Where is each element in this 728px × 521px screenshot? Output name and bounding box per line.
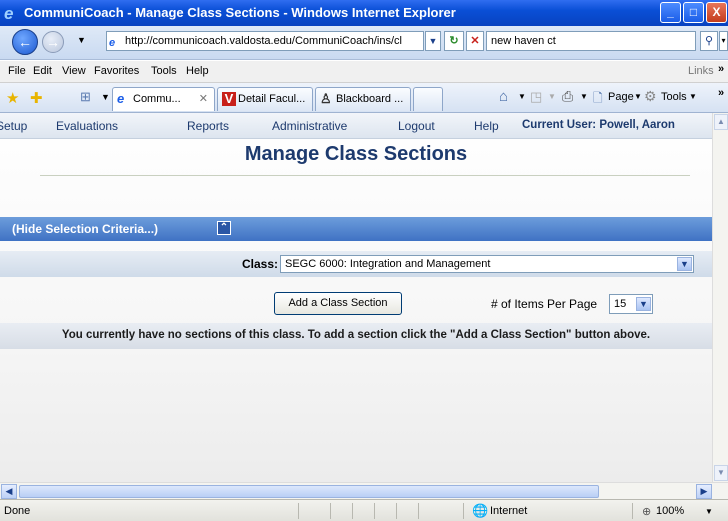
add-class-section-button[interactable]: Add a Class Section xyxy=(274,292,402,315)
zoom-dropdown-icon[interactable]: ▼ xyxy=(705,507,713,516)
chevron-down-icon: ▼ xyxy=(677,257,692,271)
scroll-down-icon[interactable]: ▼ xyxy=(714,465,728,481)
page-content: Setup Evaluations Reports Administrative… xyxy=(0,113,712,482)
menu-tools[interactable]: Tools xyxy=(151,65,177,77)
nav-setup[interactable]: Setup xyxy=(0,119,27,133)
tab-label: Commu... xyxy=(133,93,181,105)
search-input[interactable]: new haven ct xyxy=(486,31,696,51)
globe-icon: 🌐 xyxy=(472,503,489,518)
status-text: Done xyxy=(4,505,31,517)
url-text: http://communicoach.valdosta.edu/Communi… xyxy=(125,35,402,47)
vertical-scrollbar[interactable]: ▲ ▼ xyxy=(712,113,728,482)
address-dropdown-button[interactable]: ▼ xyxy=(425,31,441,51)
home-dropdown-icon[interactable]: ▼ xyxy=(518,92,526,101)
security-zone: Internet xyxy=(490,505,528,517)
nav-evaluations[interactable]: Evaluations xyxy=(56,119,118,133)
title-bar: e CommuniCoach - Manage Class Sections -… xyxy=(0,0,728,26)
tab-bar: ★ ✚ ⊞ ▼ e Commu... ✕ V Detail Facul... ♙… xyxy=(0,83,728,113)
menu-file[interactable]: File xyxy=(8,65,26,77)
stop-button[interactable]: ✕ xyxy=(466,31,484,51)
print-icon[interactable]: ⎙ xyxy=(562,88,573,105)
refresh-button[interactable]: ↻ xyxy=(444,31,464,51)
scroll-up-icon[interactable]: ▲ xyxy=(714,114,728,130)
ie-logo-icon: e xyxy=(4,4,14,23)
maximize-button[interactable]: □ xyxy=(683,2,704,23)
page-title: Manage Class Sections xyxy=(244,143,468,165)
history-dropdown-icon[interactable]: ▼ xyxy=(77,35,86,45)
v-logo-icon: V xyxy=(222,92,236,106)
divider xyxy=(40,175,690,176)
nav-logout[interactable]: Logout xyxy=(398,119,435,133)
empty-message: You currently have no sections of this c… xyxy=(61,329,651,341)
tab-label: Detail Facul... xyxy=(238,93,306,105)
class-select[interactable]: SEGC 6000: Integration and Management ▼ xyxy=(280,255,694,273)
favorites-star-icon[interactable]: ★ xyxy=(6,89,19,107)
search-options-icon[interactable]: ▾ xyxy=(719,31,728,51)
selection-criteria-bar: (Hide Selection Criteria...) ⌃ xyxy=(0,217,712,241)
feeds-dropdown-icon[interactable]: ▼ xyxy=(548,92,556,101)
tools-dropdown-icon[interactable]: ▼ xyxy=(689,92,697,101)
ie-icon: e xyxy=(117,91,125,106)
toolbar-overflow-icon[interactable]: » xyxy=(718,87,724,99)
items-per-page-label: # of Items Per Page xyxy=(491,297,598,311)
scroll-right-icon[interactable]: ▶ xyxy=(696,484,712,499)
class-label: Class: xyxy=(242,257,279,271)
nav-reports[interactable]: Reports xyxy=(187,119,229,133)
menu-favorites[interactable]: Favorites xyxy=(94,65,139,77)
menu-help[interactable]: Help xyxy=(186,65,209,77)
nav-help[interactable]: Help xyxy=(474,119,499,133)
menu-bar: File Edit View Favorites Tools Help Link… xyxy=(0,61,728,83)
forward-button[interactable]: → xyxy=(42,31,64,53)
tab-blackboard[interactable]: ♙ Blackboard ... xyxy=(315,87,411,111)
page-icon: 🗋 xyxy=(593,91,603,105)
tab-detail-faculty[interactable]: V Detail Facul... xyxy=(217,87,313,111)
collapse-icon[interactable]: ⌃ xyxy=(217,221,231,235)
tab-list-dropdown-icon[interactable]: ▼ xyxy=(101,92,110,102)
tools-menu[interactable]: Tools xyxy=(661,91,687,103)
close-tab-icon[interactable]: ✕ xyxy=(199,88,208,110)
gear-icon: ⚙ xyxy=(644,88,657,104)
app-nav: Setup Evaluations Reports Administrative… xyxy=(0,113,712,139)
items-per-page-select[interactable]: 15 ▼ xyxy=(609,294,653,314)
window-title: CommuniCoach - Manage Class Sections - W… xyxy=(24,5,456,20)
search-icon[interactable]: ⚲ xyxy=(700,31,718,51)
menu-edit[interactable]: Edit xyxy=(33,65,52,77)
chevron-down-icon: ▼ xyxy=(636,297,651,311)
back-button[interactable]: ← xyxy=(12,29,38,55)
zoom-icon: ⊕ xyxy=(642,506,652,518)
feeds-icon[interactable]: ◳ xyxy=(530,89,542,105)
scroll-left-icon[interactable]: ◀ xyxy=(1,484,17,499)
nav-administrative[interactable]: Administrative xyxy=(272,119,347,133)
items-per-page-value: 15 xyxy=(614,298,627,310)
close-button[interactable]: X xyxy=(706,2,727,23)
minimize-button[interactable]: _ xyxy=(660,2,681,23)
add-favorite-icon[interactable]: ✚ xyxy=(30,89,43,107)
current-user: Current User: Powell, Aaron xyxy=(522,119,675,131)
print-dropdown-icon[interactable]: ▼ xyxy=(580,92,588,101)
new-tab[interactable] xyxy=(413,87,443,111)
links-overflow-icon[interactable]: » xyxy=(718,63,724,75)
horizontal-scrollbar[interactable]: ◀ ▶ xyxy=(0,482,728,499)
status-bar: Done 🌐 Internet ⊕ 100% ▼ xyxy=(0,499,728,521)
page-dropdown-icon[interactable]: ▼ xyxy=(634,92,642,101)
tab-communicoach[interactable]: e Commu... ✕ xyxy=(112,87,215,111)
horizontal-scroll-thumb[interactable] xyxy=(19,485,599,498)
home-icon[interactable]: ⌂ xyxy=(499,88,508,105)
class-row: Class: SEGC 6000: Integration and Manage… xyxy=(0,251,712,277)
page-icon: e xyxy=(109,37,116,49)
page-menu[interactable]: Page xyxy=(608,91,634,103)
menu-view[interactable]: View xyxy=(62,65,86,77)
zoom-level[interactable]: 100% xyxy=(656,505,684,517)
address-input[interactable]: e http://communicoach.valdosta.edu/Commu… xyxy=(106,31,424,51)
address-toolbar: ← → ▼ e http://communicoach.valdosta.edu… xyxy=(0,26,728,60)
quick-tabs-icon[interactable]: ⊞ xyxy=(80,89,91,105)
hide-criteria-link[interactable]: (Hide Selection Criteria...) xyxy=(12,222,158,236)
empty-message-row: You currently have no sections of this c… xyxy=(0,323,712,349)
class-select-value: SEGC 6000: Integration and Management xyxy=(285,258,491,270)
tab-label: Blackboard ... xyxy=(336,93,404,105)
blackboard-icon: ♙ xyxy=(320,91,332,106)
links-label[interactable]: Links xyxy=(688,65,714,77)
